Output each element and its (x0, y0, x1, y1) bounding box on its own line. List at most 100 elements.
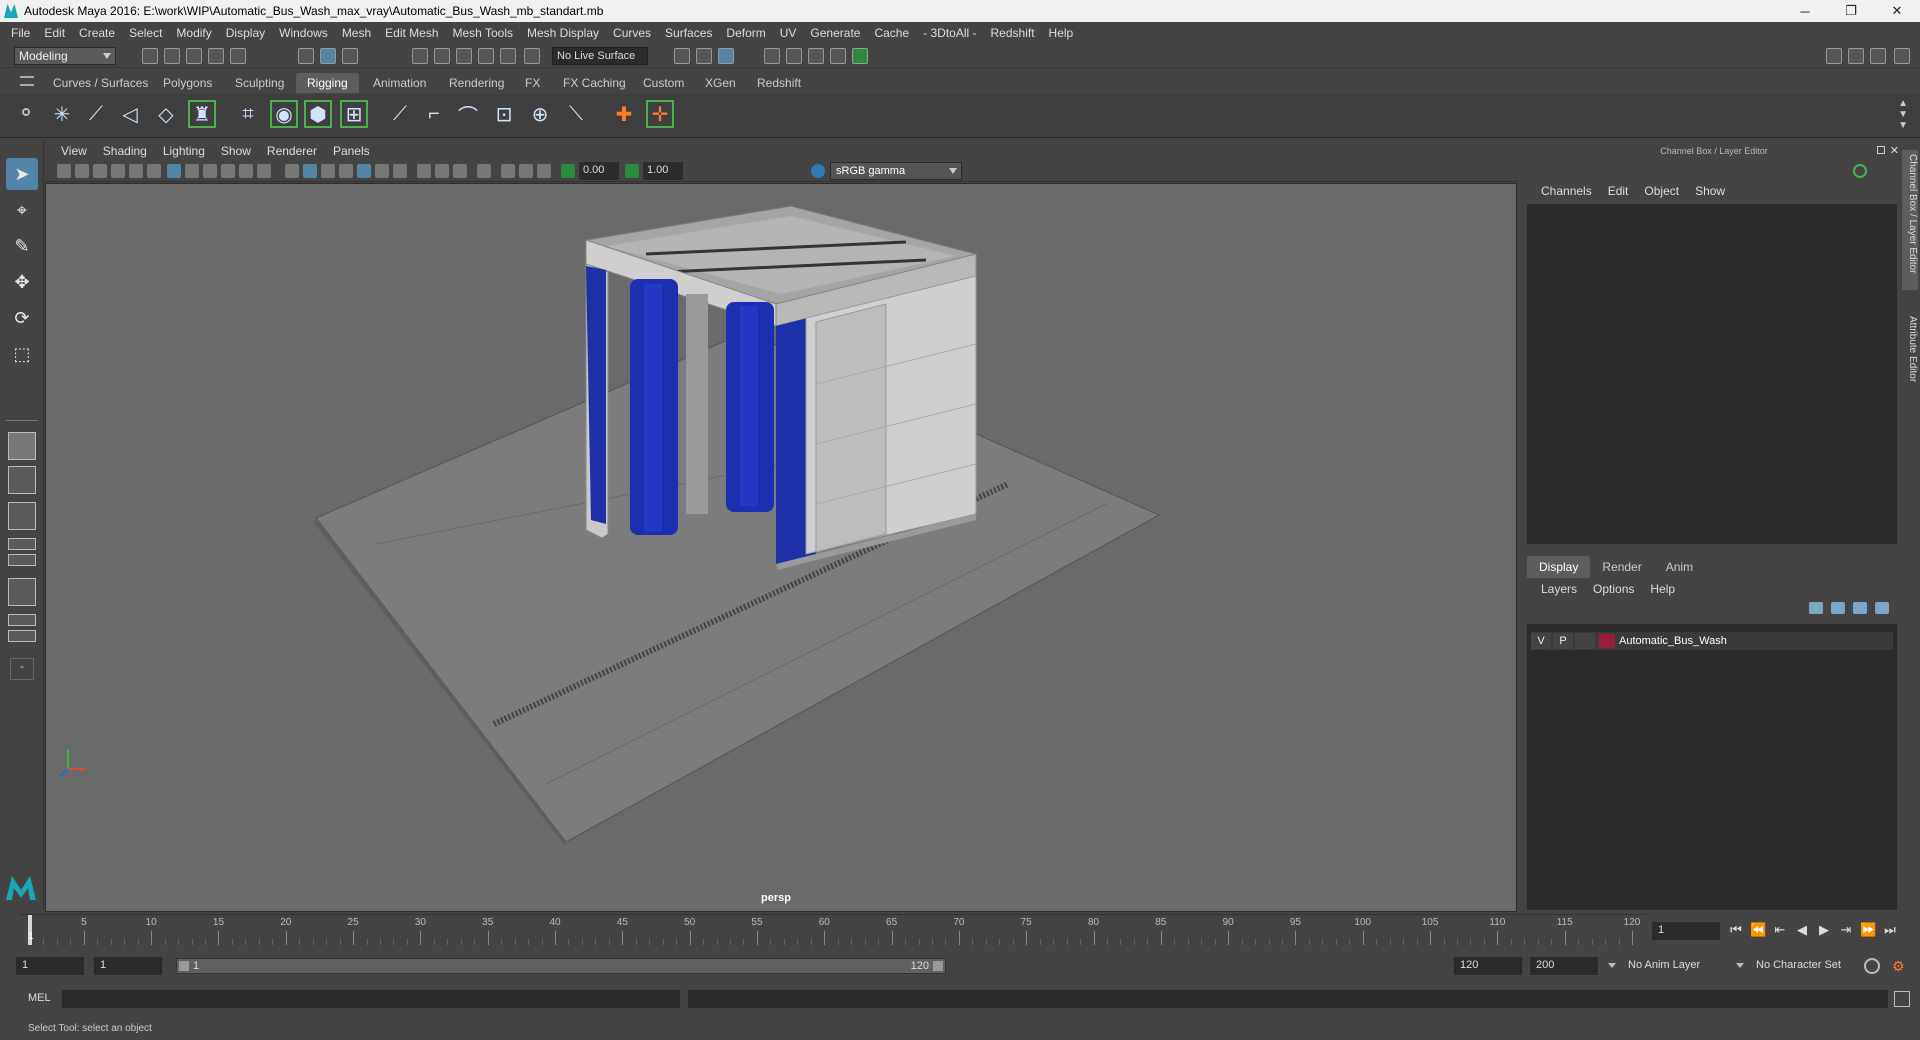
play-backward-icon[interactable]: ◀ (1794, 922, 1810, 938)
menu-windows[interactable]: Windows (272, 26, 335, 40)
play-forward-icon[interactable]: ▶ (1816, 922, 1832, 938)
shelf-scroll-icon[interactable]: ▲ ▼ ▼ (1898, 98, 1908, 131)
script-layout-icon[interactable] (8, 578, 36, 606)
screen-space-ao-icon[interactable] (393, 164, 407, 178)
scene-end-field[interactable]: 200 (1530, 957, 1598, 975)
undo-icon[interactable] (208, 48, 224, 64)
outliner-layout-icon[interactable] (8, 538, 36, 550)
options-menu[interactable]: Options (1585, 582, 1642, 596)
viewport-menu-view[interactable]: View (53, 144, 95, 158)
3d-viewport[interactable]: persp (45, 183, 1517, 912)
snap-grid-icon[interactable] (412, 48, 428, 64)
layer-row[interactable]: V P Automatic_Bus_Wash (1531, 632, 1893, 650)
close-icon[interactable]: ✕ (1890, 144, 1899, 157)
playback-start-field[interactable]: 1 (94, 957, 162, 975)
layer-visibility-toggle[interactable]: V (1531, 633, 1551, 649)
gate-mask-icon[interactable] (221, 164, 235, 178)
menu-mesh[interactable]: Mesh (335, 26, 378, 40)
menu-mesh-display[interactable]: Mesh Display (520, 26, 606, 40)
menu-edit-mesh[interactable]: Edit Mesh (378, 26, 445, 40)
time-slider[interactable]: 5 10 15 20 25 30 35 40 45 50 55 60 65 70 75 80 85 90 95 100… (20, 914, 1646, 945)
range-end-handle[interactable] (933, 961, 943, 971)
save-scene-icon[interactable] (186, 48, 202, 64)
grease-pencil-icon[interactable] (147, 164, 161, 178)
side-tab-attribute-editor[interactable]: Attribute Editor (1902, 312, 1918, 402)
select-hierarchy-icon[interactable] (298, 48, 314, 64)
depth-of-field-icon[interactable] (453, 164, 467, 178)
ik-handle-icon[interactable]: ⟋ (386, 100, 414, 128)
close-button[interactable]: ✕ (1874, 0, 1920, 22)
film-gate-icon[interactable] (185, 164, 199, 178)
snap-live-icon[interactable] (524, 48, 540, 64)
aim-constraint-icon[interactable]: ⟍ (562, 100, 590, 128)
select-component-icon[interactable] (342, 48, 358, 64)
mirror-joint-icon[interactable]: ◁ (116, 100, 144, 128)
preferences-icon[interactable]: ⚙ (1892, 958, 1908, 974)
step-forward-frame-icon[interactable]: ⇥ (1838, 922, 1854, 938)
new-scene-icon[interactable] (142, 48, 158, 64)
move-layer-down-icon[interactable] (1831, 602, 1845, 614)
restore-button[interactable]: ❐ (1828, 0, 1874, 22)
layout-more-icon[interactable]: - (10, 658, 34, 680)
anim-layer-dropdown[interactable]: No Anim Layer (1608, 957, 1732, 975)
quick-rig-icon[interactable]: ♜ (188, 100, 216, 128)
select-tool-icon[interactable]: ➤ (6, 158, 38, 190)
xray-components-icon[interactable] (537, 164, 551, 178)
new-layer-icon[interactable] (1853, 602, 1867, 614)
open-scene-icon[interactable] (164, 48, 180, 64)
textured-icon[interactable] (339, 164, 353, 178)
tab-fx[interactable]: FX (514, 73, 551, 93)
tab-curves-surfaces[interactable]: Curves / Surfaces (42, 73, 159, 93)
step-back-key-icon[interactable]: ⏪ (1750, 922, 1766, 938)
uv-layout-icon[interactable] (8, 614, 36, 626)
tab-polygons[interactable]: Polygons (152, 73, 223, 93)
go-to-start-icon[interactable]: ⏮ (1728, 922, 1744, 938)
parent-constraint-icon[interactable]: ✛ (646, 100, 674, 128)
shelf-menu-icon[interactable] (20, 76, 34, 86)
menu-select[interactable]: Select (122, 26, 169, 40)
menu-uv[interactable]: UV (773, 26, 804, 40)
current-frame-field[interactable]: 1 (1652, 922, 1720, 940)
channel-box-icon[interactable] (1894, 48, 1910, 64)
viewport-menu-shading[interactable]: Shading (95, 144, 155, 158)
scale-tool-icon[interactable]: ⬚ (6, 338, 38, 370)
step-back-frame-icon[interactable]: ⇤ (1772, 922, 1788, 938)
character-set-dropdown[interactable]: No Character Set (1736, 957, 1868, 975)
four-pane-layout-icon[interactable] (8, 466, 36, 494)
gamma-field[interactable]: 1.00 (643, 162, 683, 180)
playback-end-field[interactable]: 120 (1454, 957, 1522, 975)
safe-action-icon[interactable] (257, 164, 271, 178)
move-tool-icon[interactable]: ✥ (6, 266, 38, 298)
menu-surfaces[interactable]: Surfaces (658, 26, 719, 40)
layer-color-swatch[interactable] (1599, 634, 1615, 648)
grid-icon[interactable] (167, 164, 181, 178)
side-by-side-layout-icon[interactable] (8, 502, 36, 530)
exposure-field[interactable]: 0.00 (579, 162, 619, 180)
modeling-toolkit-icon[interactable] (1848, 48, 1864, 64)
isolate-select-icon[interactable] (477, 164, 491, 178)
viewport-menu-show[interactable]: Show (213, 144, 259, 158)
use-lights-icon[interactable] (357, 164, 371, 178)
orient-joint-icon[interactable]: ◇ (152, 100, 180, 128)
single-pane-layout-icon[interactable] (8, 432, 36, 460)
menu-curves[interactable]: Curves (606, 26, 658, 40)
step-forward-key-icon[interactable]: ⏩ (1860, 922, 1876, 938)
point-constraint-icon[interactable]: ⊕ (526, 100, 554, 128)
channel-show-menu[interactable]: Show (1687, 184, 1733, 202)
viewport-menu-panels[interactable]: Panels (325, 144, 378, 158)
minimize-button[interactable]: ─ (1782, 0, 1828, 22)
menu-create[interactable]: Create (72, 26, 122, 40)
lasso-tool-icon[interactable]: ⌖ (6, 194, 38, 226)
layers-menu[interactable]: Layers (1533, 582, 1585, 596)
insert-joint-icon[interactable]: ⟋ (82, 100, 110, 128)
snap-view-icon[interactable] (478, 48, 494, 64)
bind-skin-icon[interactable]: ◉ (270, 100, 298, 128)
history-icon[interactable] (674, 48, 690, 64)
field-chart-icon[interactable] (239, 164, 253, 178)
wireframe-on-shaded-icon[interactable] (321, 164, 335, 178)
shelf-options-icon[interactable] (22, 108, 30, 116)
menu-generate[interactable]: Generate (803, 26, 867, 40)
render-settings-icon[interactable] (786, 48, 802, 64)
live-surface-field[interactable]: No Live Surface (552, 47, 648, 65)
tab-fx-caching[interactable]: FX Caching (552, 73, 637, 93)
